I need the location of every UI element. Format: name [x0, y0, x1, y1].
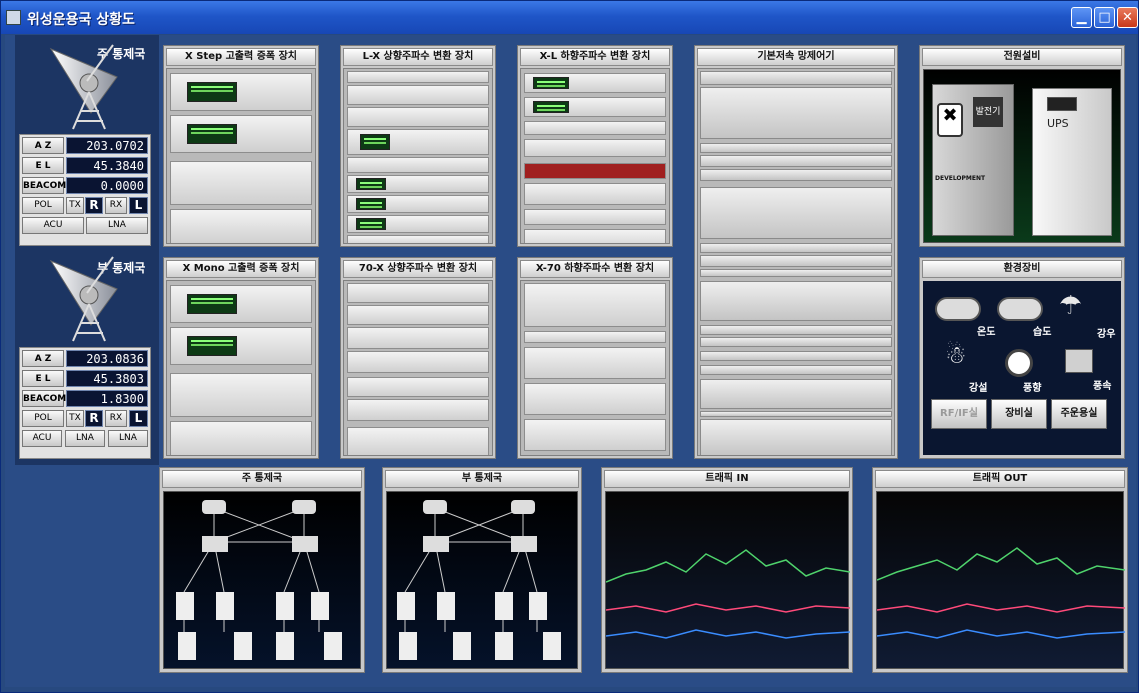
umbrella-icon: ☂ — [1059, 291, 1083, 321]
sub-rx-label: RX — [105, 410, 127, 427]
main-beacon-value: 0.0000 — [66, 177, 148, 194]
temperature-label[interactable]: 온도 — [977, 323, 995, 338]
ups-label: UPS — [1047, 117, 1069, 130]
main-pol-button[interactable]: POL — [22, 197, 64, 214]
panel-title: 기본저속 망제어기 — [697, 48, 895, 66]
main-el-value: 45.3840 — [66, 157, 148, 174]
app-icon — [6, 10, 21, 25]
minimize-button[interactable]: ▁ — [1071, 7, 1092, 28]
hpa-unit — [170, 161, 312, 205]
x-step-hpa-panel[interactable]: X Step 고출력 증폭 장치 — [163, 45, 319, 247]
az-label: A Z — [22, 137, 64, 154]
ups-cabinet: UPS — [1032, 88, 1112, 236]
panel-title: X Step 고출력 증폭 장치 — [166, 48, 316, 66]
panel-title: X Mono 고출력 증폭 장치 — [166, 260, 316, 278]
generator-status-icon: ✖ — [937, 103, 963, 137]
x-mono-hpa-panel[interactable]: X Mono 고출력 증폭 장치 — [163, 257, 319, 459]
equipment-room-button[interactable]: 장비실 — [991, 399, 1047, 429]
panel-title: 트래픽 IN — [604, 470, 850, 488]
panel-title: X-L 하향주파수 변환 장치 — [520, 48, 670, 66]
sub-el-value: 45.3803 — [66, 370, 148, 387]
generator-label: 발전기 — [973, 97, 1003, 127]
main-site-antenna-icon — [49, 44, 118, 130]
maximize-button[interactable]: □ — [1094, 7, 1115, 28]
sub-tx-label: TX — [66, 410, 84, 427]
el-label: E L — [22, 370, 64, 387]
sub-beacon-value: 1.8300 — [66, 390, 148, 407]
x70-upconverter-panel[interactable]: 70-X 상향주파수 변환 장치 — [340, 257, 496, 459]
panel-title: 트래픽 OUT — [875, 470, 1125, 488]
xl-downconverter-panel[interactable]: X-L 하향주파수 변환 장치 — [517, 45, 673, 247]
sub-lna-button-1[interactable]: LNA — [65, 430, 105, 447]
wind-speed-label[interactable]: 풍속 — [1093, 377, 1111, 392]
main-tx-pol-r[interactable]: R — [85, 197, 103, 214]
hygrometer-icon — [997, 297, 1043, 321]
main-network-diagram — [176, 500, 342, 660]
x70-downconverter-panel[interactable]: X-70 하향주파수 변환 장치 — [517, 257, 673, 459]
snowman-icon: ☃ — [945, 341, 967, 369]
rf-if-room-button[interactable]: RF/IF실 — [931, 399, 987, 429]
panel-title: 환경장비 — [922, 260, 1122, 278]
close-button[interactable]: ✕ — [1117, 7, 1138, 28]
lx-upconverter-panel[interactable]: L-X 상향주파수 변환 장치 — [340, 45, 496, 247]
title-bar: 위성운용국 상황도 ▁ □ ✕ — [1, 1, 1138, 34]
generator-development-label: DEVELOPMENT — [935, 175, 986, 182]
sub-rx-pol-l[interactable]: L — [129, 410, 148, 427]
traffic-out-panel[interactable]: 트래픽 OUT — [872, 467, 1128, 673]
sub-pol-button[interactable]: POL — [22, 410, 64, 427]
panel-title: 전원설비 — [922, 48, 1122, 66]
environment-equipment-panel[interactable]: 환경장비 온도 습도 ☂ 강우 ☃ 강설 풍향 풍속 RF/IF실 장비실 주운… — [919, 257, 1125, 459]
compass-icon — [1005, 349, 1033, 377]
hpa-unit — [170, 73, 312, 111]
main-acu-button[interactable]: ACU — [22, 217, 84, 234]
hpa-unit — [170, 209, 312, 243]
sub-lna-button-2[interactable]: LNA — [108, 430, 148, 447]
hpa-unit — [170, 115, 312, 153]
rack-shelf — [700, 187, 892, 239]
generator-cabinet: ✖ 발전기 DEVELOPMENT — [932, 84, 1014, 236]
panel-title: 주 통제국 — [162, 470, 362, 488]
panel-title: L-X 상향주파수 변환 장치 — [343, 48, 493, 66]
rack-shelf — [700, 87, 892, 139]
sub-site-control-panel: A Z 203.0836 E L 45.3803 BEACOM 1.8300 POL … — [19, 347, 151, 459]
az-label: A Z — [22, 350, 64, 367]
rack-shelf — [700, 419, 892, 455]
rainfall-label[interactable]: 강우 — [1097, 325, 1115, 340]
traffic-out-chart — [876, 547, 1126, 639]
main-rx-label: RX — [105, 197, 127, 214]
main-lna-button[interactable]: LNA — [86, 217, 148, 234]
sub-acu-button[interactable]: ACU — [22, 430, 62, 447]
beacon-label: BEACOM — [22, 177, 66, 194]
beacon-label: BEACOM — [22, 390, 66, 407]
humidity-label[interactable]: 습도 — [1033, 323, 1051, 338]
traffic-in-panel[interactable]: 트래픽 IN — [601, 467, 853, 673]
main-window: 위성운용국 상황도 ▁ □ ✕ 주 통제국 A Z 203.0702 E L 45.… — [0, 0, 1139, 693]
sub-site-network-panel[interactable]: 부 통제국 — [382, 467, 582, 673]
main-tx-label: TX — [66, 197, 84, 214]
panel-title: 70-X 상향주파수 변환 장치 — [343, 260, 493, 278]
main-ops-room-button[interactable]: 주운용실 — [1051, 399, 1107, 429]
wind-direction-label[interactable]: 풍향 — [1023, 379, 1041, 394]
snowfall-label[interactable]: 강설 — [969, 379, 987, 394]
content-area: 주 통제국 A Z 203.0702 E L 45.3840 BEACOM 0.000… — [5, 35, 1136, 687]
baseband-network-controller-panel[interactable]: 기본저속 망제어기 — [694, 45, 898, 459]
main-rx-pol-l[interactable]: L — [129, 197, 148, 214]
sub-az-value: 203.0836 — [66, 350, 148, 367]
main-site-control-panel: A Z 203.0702 E L 45.3840 BEACOM 0.0000 POL … — [19, 134, 151, 246]
panel-title: 부 통제국 — [385, 470, 579, 488]
sub-network-diagram — [397, 500, 561, 660]
window-title: 위성운용국 상황도 — [27, 12, 135, 28]
anemometer-icon — [1065, 349, 1093, 373]
traffic-in-chart — [605, 549, 851, 639]
power-facility-panel[interactable]: 전원설비 ✖ 발전기 DEVELOPMENT UPS — [919, 45, 1125, 247]
el-label: E L — [22, 157, 64, 174]
panel-title: X-70 하향주파수 변환 장치 — [520, 260, 670, 278]
main-site-network-panel[interactable]: 주 통제국 — [159, 467, 365, 673]
sub-site-antenna-icon — [49, 256, 118, 342]
main-az-value: 203.0702 — [66, 137, 148, 154]
sub-tx-pol-r[interactable]: R — [85, 410, 103, 427]
thermometer-icon — [935, 297, 981, 321]
rack-shelf — [700, 281, 892, 321]
